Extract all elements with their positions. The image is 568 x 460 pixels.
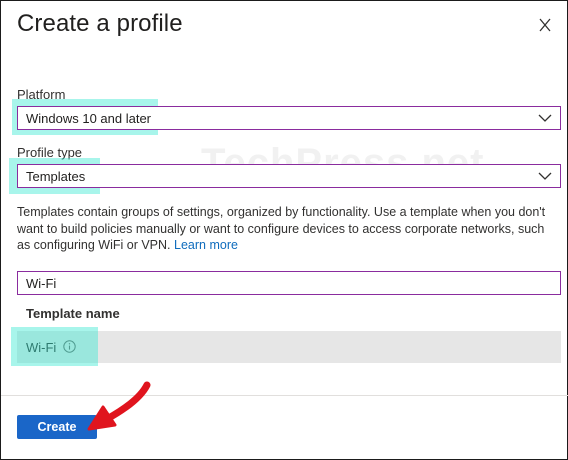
profile-type-value: Templates — [26, 169, 86, 184]
close-button[interactable] — [535, 15, 555, 35]
template-search-box[interactable] — [17, 271, 561, 295]
template-search-input[interactable] — [26, 276, 546, 291]
chevron-down-icon — [538, 114, 552, 122]
close-icon — [539, 18, 551, 32]
platform-value: Windows 10 and later — [26, 111, 152, 126]
create-profile-panel: TechPress.net Create a profile Platform … — [0, 0, 568, 460]
profile-type-select[interactable]: Templates — [17, 164, 561, 188]
templates-description: Templates contain groups of settings, or… — [17, 204, 552, 254]
learn-more-link[interactable]: Learn more — [174, 238, 238, 252]
column-header-template-name[interactable]: Template name — [26, 306, 120, 321]
description-text: Templates contain groups of settings, or… — [17, 205, 546, 252]
platform-select[interactable]: Windows 10 and later — [17, 106, 561, 130]
pointer-arrow-icon — [87, 381, 151, 431]
panel-title: Create a profile — [17, 10, 183, 37]
wifi-row-highlight — [11, 327, 98, 366]
chevron-down-icon — [538, 172, 552, 180]
table-row[interactable]: Wi-Fi — [17, 331, 561, 363]
